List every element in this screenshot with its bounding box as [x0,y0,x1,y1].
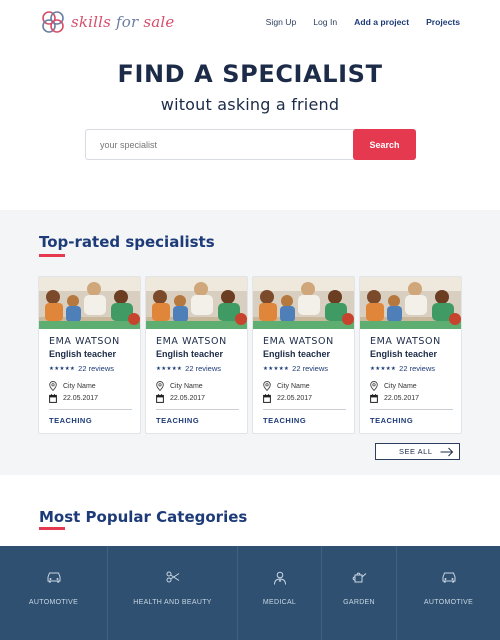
specialist-date-row: 22.05.2017 [263,394,312,403]
car-icon [47,572,60,583]
specialist-date: 22.05.2017 [63,395,99,402]
hero-subtitle: witout asking a friend [160,95,340,114]
specialist-role: English teacher [49,349,117,359]
review-count: 22 reviews [78,364,115,373]
nav-log-in[interactable]: Log In [313,17,337,27]
arrow-right-icon [440,447,454,457]
categories-title: Most Popular Categories [39,508,248,526]
specialist-photo [253,277,354,329]
review-count: 22 reviews [292,364,329,373]
location-pin-icon [49,381,57,391]
review-count: 22 reviews [399,364,436,373]
categories-underline [39,527,65,530]
category-medical[interactable]: MEDICAL [238,546,322,640]
specialist-rating: ★★★★★ 22 reviews [156,364,221,373]
card-divider [370,409,453,410]
category-health-beauty[interactable]: HEALTH AND BEAUTY [108,546,238,640]
calendar-icon [156,394,164,403]
nav-sign-up[interactable]: Sign Up [266,17,297,27]
calendar-icon [49,394,57,403]
see-all-button[interactable]: SEE ALL [375,443,460,460]
specialist-rating: ★★★★★ 22 reviews [49,364,114,373]
header: skills for sale Sign Up Log In Add a pro… [0,0,500,46]
search-button[interactable]: Search [353,129,416,160]
specialist-name: EMA WATSON [156,336,227,347]
specialist-date: 22.05.2017 [170,395,206,402]
specialist-city: City Name [63,382,96,390]
logo-icon [42,11,64,33]
specialist-cards: EMA WATSON English teacher ★★★★★ 22 revi… [38,276,462,434]
category-label: AUTOMOTIVE [423,599,474,606]
specialist-date: 22.05.2017 [277,395,313,402]
specialist-category[interactable]: TEACHING [156,416,199,425]
card-divider [49,409,132,410]
search-box: Search [85,129,416,160]
watering-can-icon [352,572,367,583]
specialist-name: EMA WATSON [49,336,120,347]
doctor-icon [273,571,286,585]
card-divider [263,409,346,410]
see-all-label: SEE ALL [399,447,433,456]
specialist-city-row: City Name [49,381,96,391]
star-rating-icon: ★★★★★ [49,365,76,372]
specialist-city: City Name [384,382,417,390]
category-label: AUTOMOTIVE [28,599,79,606]
specialist-name: EMA WATSON [263,336,334,347]
category-label: MEDICAL [262,599,297,606]
specialist-city: City Name [170,382,203,390]
specialist-role: English teacher [370,349,438,359]
specialist-category[interactable]: TEACHING [263,416,306,425]
specialist-category[interactable]: TEACHING [49,416,92,425]
location-pin-icon [156,381,164,391]
card-divider [156,409,239,410]
hero-title: FIND A SPECIALIST [117,60,383,88]
specialist-city-row: City Name [156,381,203,391]
calendar-icon [370,394,378,403]
search-input[interactable] [86,130,351,159]
specialist-rating: ★★★★★ 22 reviews [263,364,328,373]
logo-text: skills for sale [71,13,175,31]
specialist-role: English teacher [263,349,331,359]
category-garden[interactable]: GARDEN [322,546,397,640]
specialist-card[interactable]: EMA WATSON English teacher ★★★★★ 22 revi… [359,276,462,434]
specialist-photo [39,277,140,329]
specialist-date-row: 22.05.2017 [370,394,419,403]
specialist-card[interactable]: EMA WATSON English teacher ★★★★★ 22 revi… [38,276,141,434]
category-label: GARDEN [343,599,375,606]
specialist-card[interactable]: EMA WATSON English teacher ★★★★★ 22 revi… [145,276,248,434]
category-automotive-2[interactable]: AUTOMOTIVE [397,546,500,640]
specialist-city: City Name [277,382,310,390]
category-strip: AUTOMOTIVE HEALTH AND BEAUTY MEDICAL GAR… [0,546,500,640]
scissors-icon [166,571,179,583]
specialist-city-row: City Name [263,381,310,391]
specialist-card[interactable]: EMA WATSON English teacher ★★★★★ 22 revi… [252,276,355,434]
logo[interactable]: skills for sale [40,9,175,35]
location-pin-icon [263,381,271,391]
top-nav: Sign Up Log In Add a project Projects [266,17,460,27]
review-count: 22 reviews [185,364,222,373]
specialist-photo [360,277,461,329]
location-pin-icon [370,381,378,391]
calendar-icon [263,394,271,403]
specialist-photo [146,277,247,329]
specialist-role: English teacher [156,349,224,359]
top-rated-underline [39,254,65,257]
specialist-category[interactable]: TEACHING [370,416,413,425]
specialist-rating: ★★★★★ 22 reviews [370,364,435,373]
nav-add-project[interactable]: Add a project [354,17,409,27]
specialist-date-row: 22.05.2017 [49,394,98,403]
category-label: HEALTH AND BEAUTY [133,599,212,606]
category-automotive[interactable]: AUTOMOTIVE [0,546,108,640]
star-rating-icon: ★★★★★ [263,365,290,372]
specialist-city-row: City Name [370,381,417,391]
specialist-name: EMA WATSON [370,336,441,347]
car-icon [442,572,455,583]
star-rating-icon: ★★★★★ [370,365,397,372]
star-rating-icon: ★★★★★ [156,365,183,372]
top-rated-title: Top-rated specialists [39,233,215,251]
specialist-date-row: 22.05.2017 [156,394,205,403]
nav-projects[interactable]: Projects [426,17,460,27]
specialist-date: 22.05.2017 [384,395,420,402]
